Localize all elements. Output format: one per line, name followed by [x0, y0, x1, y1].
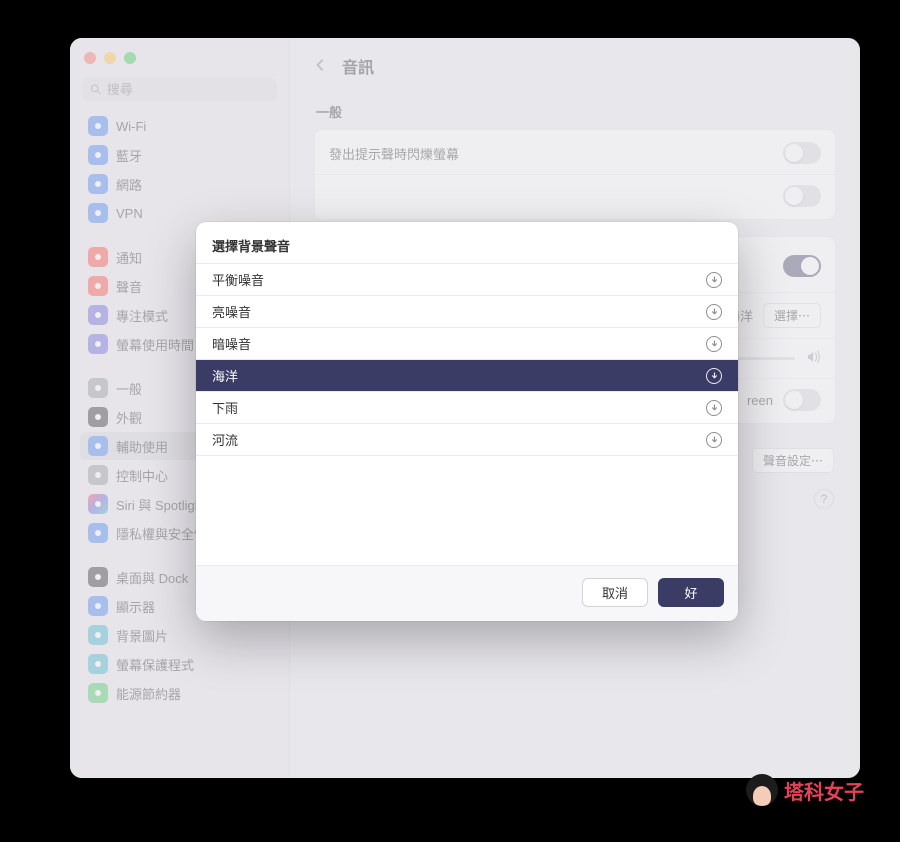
sidebar-item-label: Siri 與 Spotlight [116, 495, 206, 514]
sidebar-item-label: 通知 [116, 248, 142, 267]
wifi-icon [88, 116, 108, 136]
sidebar-item-label: 控制中心 [116, 466, 168, 485]
minimize-window-button[interactable] [104, 52, 116, 64]
bell-icon [88, 247, 108, 267]
sound-option-label: 海洋 [212, 366, 238, 385]
chevron-left-icon [314, 58, 328, 72]
search-input[interactable] [107, 82, 269, 97]
sidebar-item-label: 藍牙 [116, 146, 142, 165]
search-icon [90, 83, 102, 96]
download-icon[interactable] [706, 336, 722, 352]
dialog-empty-area [196, 455, 738, 565]
sound-option-2[interactable]: 暗噪音 [196, 327, 738, 359]
lock-tail-label: reen [747, 393, 773, 408]
sidebar-item-label: Wi-Fi [116, 119, 146, 134]
sidebar-item-bluetooth[interactable]: 藍牙 [80, 141, 279, 169]
background-sound-toggle[interactable] [783, 255, 821, 277]
sidebar-item-label: 螢幕保護程式 [116, 655, 194, 674]
lock-toggle[interactable] [783, 389, 821, 411]
sidebar-item-label: 網路 [116, 175, 142, 194]
watermark-text: 塔科女子 [784, 776, 864, 805]
sidebar-item-label: 一般 [116, 379, 142, 398]
sound-option-5[interactable]: 河流 [196, 423, 738, 455]
cancel-button[interactable]: 取消 [582, 578, 648, 607]
sidebar-item-battery[interactable]: 能源節約器 [80, 679, 279, 707]
sidebar-item-wallpaper[interactable]: 背景圖片 [80, 621, 279, 649]
sidebar-item-label: 桌面與 Dock [116, 568, 188, 587]
hand-icon [88, 523, 108, 543]
page-title: 音訊 [342, 54, 374, 78]
sound-option-label: 河流 [212, 430, 238, 449]
row-hidden-1 [315, 174, 835, 217]
accessibility-icon [88, 436, 108, 456]
section-general-label: 一般 [316, 102, 836, 121]
sidebar-item-label: 能源節約器 [116, 684, 181, 703]
dialog-footer: 取消 好 [196, 565, 738, 621]
dock-icon [88, 567, 108, 587]
sound-option-label: 平衡噪音 [212, 270, 264, 289]
speaker-icon [88, 276, 108, 296]
close-window-button[interactable] [84, 52, 96, 64]
row-flash-screen: 發出提示聲時閃爍螢幕 [315, 132, 835, 174]
sidebar-item-label: 輔助使用 [116, 437, 168, 456]
dialog-title: 選擇背景聲音 [196, 222, 738, 263]
bluetooth-icon [88, 145, 108, 165]
help-button[interactable]: ? [814, 489, 834, 509]
wallpaper-icon [88, 625, 108, 645]
sidebar-item-wifi[interactable]: Wi-Fi [80, 112, 279, 140]
back-button[interactable] [314, 58, 328, 75]
download-icon[interactable] [706, 432, 722, 448]
sidebar-item-label: 顯示器 [116, 597, 155, 616]
row-flash-label: 發出提示聲時閃爍螢幕 [329, 144, 459, 163]
sound-option-label: 亮噪音 [212, 302, 251, 321]
sidebar-item-label: 隱私權與安全性 [116, 524, 207, 543]
window-controls [78, 48, 281, 78]
battery-icon [88, 683, 108, 703]
search-field[interactable] [82, 78, 277, 101]
moon-icon [88, 305, 108, 325]
sound-option-0[interactable]: 平衡噪音 [196, 263, 738, 295]
download-icon[interactable] [706, 400, 722, 416]
sound-option-3[interactable]: 海洋 [196, 359, 738, 391]
fullscreen-window-button[interactable] [124, 52, 136, 64]
sidebar-item-label: 專注模式 [116, 306, 168, 325]
flash-screen-toggle[interactable] [783, 142, 821, 164]
screensaver-icon [88, 654, 108, 674]
display-icon [88, 596, 108, 616]
sidebar-item-screensaver[interactable]: 螢幕保護程式 [80, 650, 279, 678]
sidebar-item-globe[interactable]: 網路 [80, 170, 279, 198]
sidebar-item-label: 外觀 [116, 408, 142, 427]
watermark-icon [746, 774, 778, 806]
sound-option-4[interactable]: 下雨 [196, 391, 738, 423]
sound-option-label: 暗噪音 [212, 334, 251, 353]
hourglass-icon [88, 334, 108, 354]
choose-sound-button[interactable]: 選擇⋯ [763, 303, 821, 328]
sound-option-label: 下雨 [212, 398, 238, 417]
sound-settings-button[interactable]: 聲音設定⋯ [752, 448, 834, 473]
control-icon [88, 465, 108, 485]
sidebar-item-label: 螢幕使用時間 [116, 335, 194, 354]
choose-background-sound-dialog: 選擇背景聲音 平衡噪音亮噪音暗噪音海洋下雨河流 取消 好 [196, 222, 738, 621]
globe-icon [88, 174, 108, 194]
general-card: 發出提示聲時閃爍螢幕 [314, 129, 836, 220]
gear-icon [88, 378, 108, 398]
sound-option-1[interactable]: 亮噪音 [196, 295, 738, 327]
titlebar: 音訊 [314, 50, 836, 96]
siri-icon [88, 494, 108, 514]
download-icon[interactable] [706, 272, 722, 288]
sidebar-item-label: 聲音 [116, 277, 142, 296]
watermark: 塔科女子 [746, 774, 864, 806]
sidebar-item-label: 背景圖片 [116, 626, 168, 645]
vpn-icon [88, 203, 108, 223]
download-icon[interactable] [706, 368, 722, 384]
toggle-hidden-1[interactable] [783, 185, 821, 207]
appearance-icon [88, 407, 108, 427]
sidebar-item-label: VPN [116, 206, 143, 221]
download-icon[interactable] [706, 304, 722, 320]
ok-button[interactable]: 好 [658, 578, 724, 607]
volume-high-icon [805, 349, 821, 368]
